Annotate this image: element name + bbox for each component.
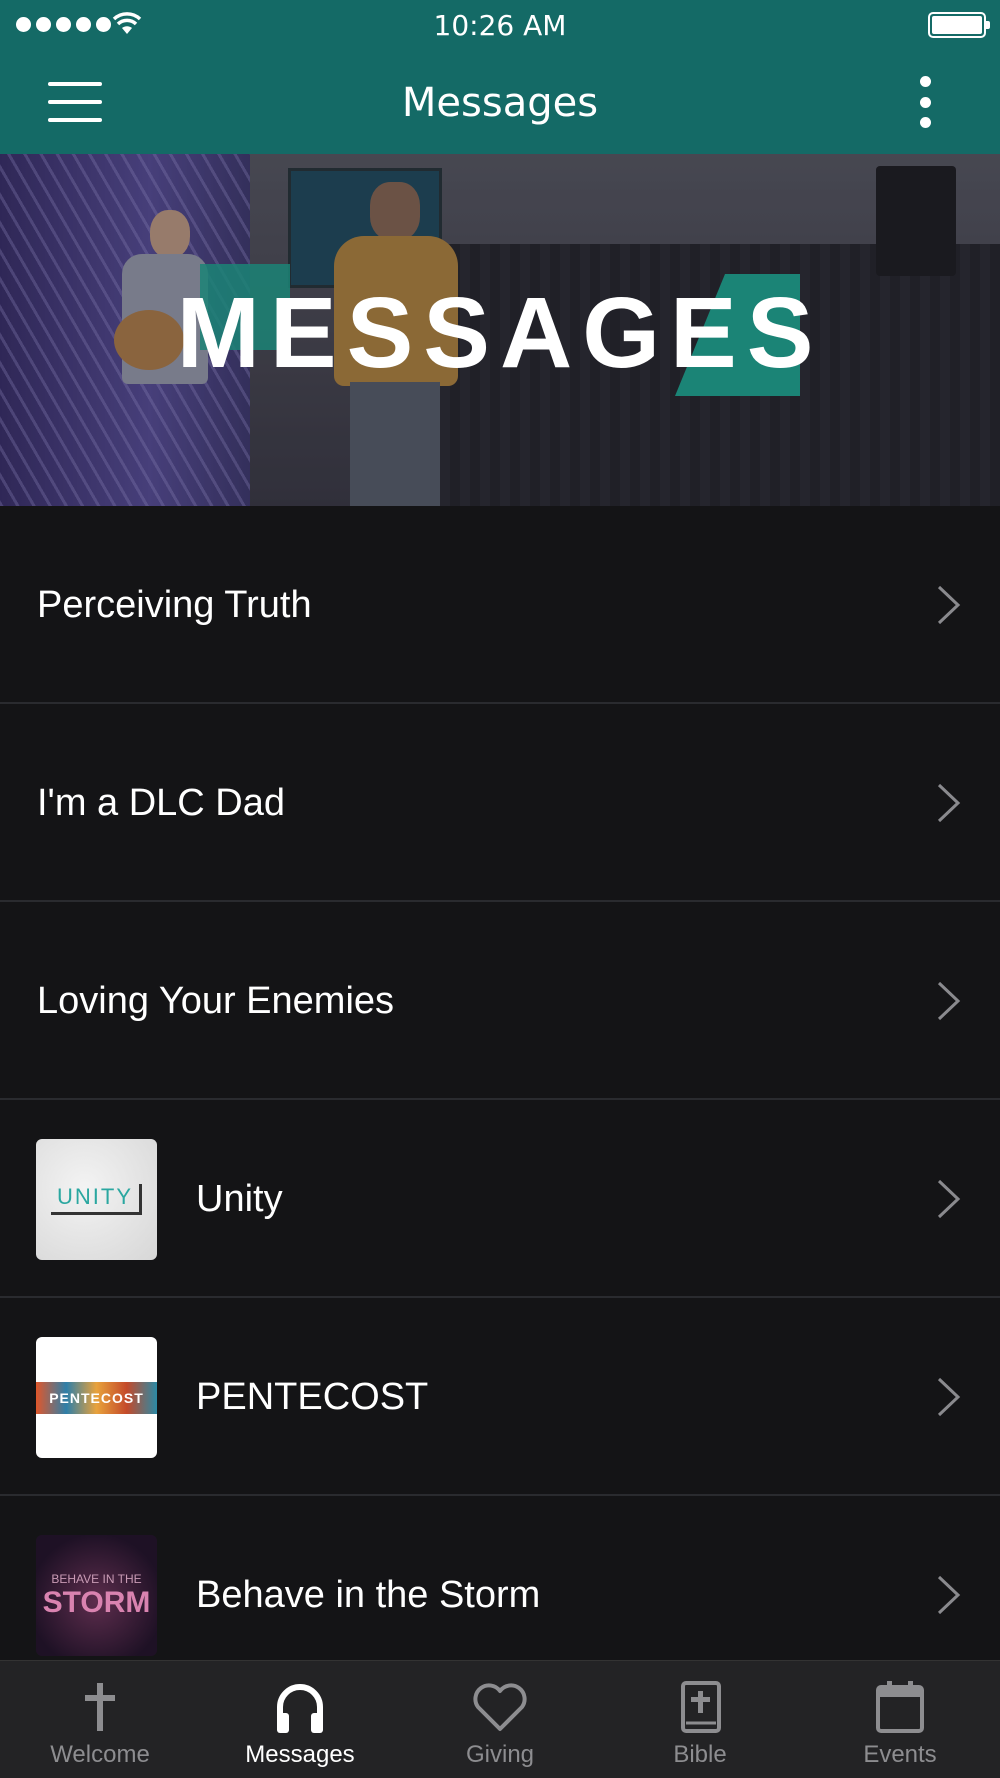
chevron-right-icon xyxy=(937,981,961,1021)
list-item-title: Perceiving Truth xyxy=(37,583,312,626)
list-item[interactable]: I'm a DLC Dad xyxy=(0,704,1000,902)
chevron-right-icon xyxy=(937,783,961,823)
tab-giving[interactable]: Giving xyxy=(400,1661,600,1778)
tab-label: Events xyxy=(863,1741,937,1768)
status-bar: 10:26 AM xyxy=(0,0,1000,50)
heart-icon xyxy=(473,1683,527,1731)
list-item[interactable]: Loving Your Enemies xyxy=(0,902,1000,1100)
calendar-icon xyxy=(876,1681,924,1733)
series-thumbnail: BEHAVE IN THE STORM xyxy=(36,1535,157,1656)
thumbnail-text: UNITY xyxy=(51,1184,142,1215)
messages-list: Perceiving Truth I'm a DLC Dad Loving Yo… xyxy=(0,506,1000,1660)
tab-messages[interactable]: Messages xyxy=(200,1661,400,1778)
hero-title: MESSAGES xyxy=(176,277,824,389)
list-item-title: Loving Your Enemies xyxy=(37,979,395,1022)
chevron-right-icon xyxy=(937,1377,961,1417)
chevron-right-icon xyxy=(937,1179,961,1219)
tab-bible[interactable]: Bible xyxy=(600,1661,800,1778)
battery-icon xyxy=(928,12,990,38)
tab-label: Bible xyxy=(673,1741,727,1768)
cross-icon xyxy=(85,1683,115,1731)
page-title: Messages xyxy=(401,80,599,126)
series-thumbnail: PENTECOST xyxy=(36,1337,157,1458)
chevron-right-icon xyxy=(937,585,961,625)
tab-welcome[interactable]: Welcome xyxy=(0,1661,200,1778)
thumbnail-text: PENTECOST xyxy=(36,1381,157,1414)
chevron-right-icon xyxy=(937,1575,961,1615)
bible-icon xyxy=(681,1681,721,1733)
tab-label: Messages xyxy=(245,1741,355,1768)
status-time: 10:26 AM xyxy=(433,9,567,42)
list-item[interactable]: BEHAVE IN THE STORM Behave in the Storm xyxy=(0,1496,1000,1660)
tab-bar: Welcome Messages Giving Bible Events xyxy=(0,1660,1000,1778)
thumbnail-text: BEHAVE IN THE xyxy=(51,1571,142,1586)
thumbnail-text: STORM xyxy=(42,1585,151,1619)
series-thumbnail: UNITY xyxy=(36,1139,157,1260)
hero-banner: MESSAGES xyxy=(0,154,1000,506)
more-options-icon[interactable] xyxy=(918,76,932,128)
headphones-icon xyxy=(277,1684,323,1733)
list-item[interactable]: Perceiving Truth xyxy=(0,506,1000,704)
tab-label: Welcome xyxy=(50,1741,150,1768)
list-item[interactable]: UNITY Unity xyxy=(0,1100,1000,1298)
tab-label: Giving xyxy=(465,1741,535,1768)
navigation-bar: Messages xyxy=(0,50,1000,154)
list-item[interactable]: PENTECOST PENTECOST xyxy=(0,1298,1000,1496)
list-item-title: Unity xyxy=(196,1177,283,1220)
tab-events[interactable]: Events xyxy=(800,1661,1000,1778)
list-item-title: Behave in the Storm xyxy=(196,1573,541,1616)
list-item-title: I'm a DLC Dad xyxy=(37,781,286,824)
list-item-title: PENTECOST xyxy=(196,1375,429,1418)
